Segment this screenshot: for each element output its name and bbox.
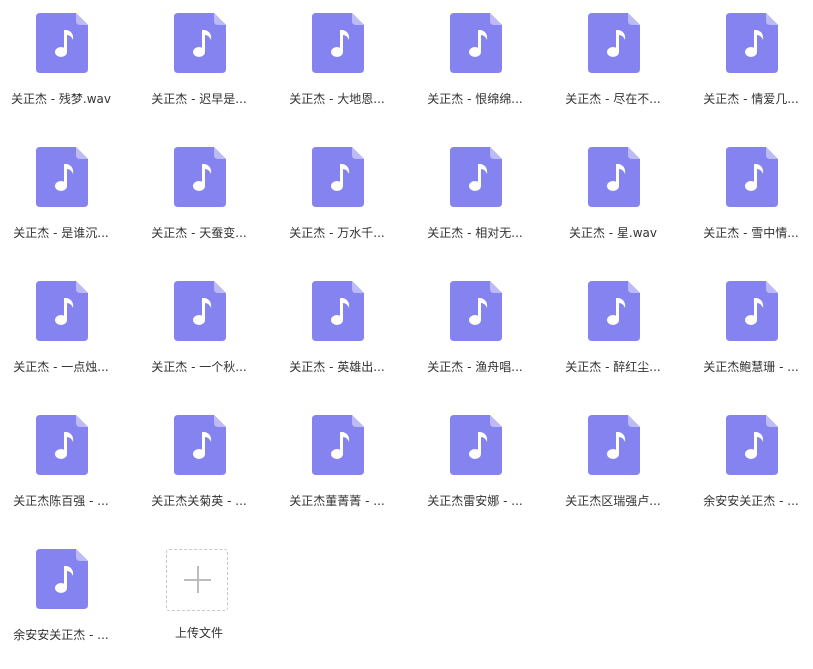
file-tile[interactable]: 关正杰 - 渔舟唱... (415, 281, 535, 401)
music-file-icon (726, 415, 778, 475)
file-name-label: 关正杰 - 渔舟唱... (427, 360, 523, 374)
file-tile[interactable]: 关正杰陈百强 - ... (1, 415, 121, 535)
music-file-icon (450, 415, 502, 475)
upload-button[interactable] (166, 549, 228, 611)
music-file-icon (588, 415, 640, 475)
music-file-icon (312, 147, 364, 207)
file-name-label: 关正杰 - 英雄出... (289, 360, 385, 374)
music-file-icon (588, 281, 640, 341)
music-file-icon (726, 147, 778, 207)
file-name-label: 关正杰 - 尽在不... (565, 92, 661, 106)
music-file-icon (36, 13, 88, 73)
music-file-icon (174, 147, 226, 207)
file-tile[interactable]: 关正杰 - 相对无... (415, 147, 535, 267)
file-tile[interactable]: 关正杰区瑞强卢... (553, 415, 673, 535)
file-tile[interactable]: 关正杰 - 醉红尘... (553, 281, 673, 401)
file-name-label: 关正杰 - 大地恩... (289, 92, 385, 106)
file-tile[interactable]: 关正杰 - 万水千... (277, 147, 397, 267)
music-file-icon (726, 281, 778, 341)
file-tile[interactable]: 关正杰 - 尽在不... (553, 13, 673, 133)
music-file-icon (36, 549, 88, 609)
music-file-icon (450, 13, 502, 73)
music-file-icon (726, 13, 778, 73)
file-tile[interactable]: 关正杰 - 雪中情... (691, 147, 811, 267)
music-file-icon (174, 281, 226, 341)
music-file-icon (174, 13, 226, 73)
file-tile[interactable]: 关正杰 - 天蚕变... (139, 147, 259, 267)
file-name-label: 关正杰 - 雪中情... (703, 226, 799, 240)
file-tile[interactable]: 关正杰 - 恨绵绵... (415, 13, 535, 133)
music-file-icon (36, 415, 88, 475)
file-tile[interactable]: 关正杰 - 是谁沉... (1, 147, 121, 267)
music-file-icon (312, 281, 364, 341)
music-file-icon (450, 147, 502, 207)
file-tile[interactable]: 余安安关正杰 - ... (1, 549, 121, 669)
music-file-icon (588, 13, 640, 73)
file-name-label: 关正杰关菊英 - ... (151, 494, 247, 508)
music-file-icon (588, 147, 640, 207)
file-tile[interactable]: 关正杰关菊英 - ... (139, 415, 259, 535)
file-tile[interactable]: 关正杰董菁菁 - ... (277, 415, 397, 535)
file-name-label: 关正杰 - 天蚕变... (151, 226, 247, 240)
file-name-label: 关正杰 - 星.wav (568, 226, 658, 240)
file-name-label: 余安安关正杰 - ... (703, 494, 799, 508)
music-file-icon (312, 415, 364, 475)
file-name-label: 余安安关正杰 - ... (13, 628, 109, 642)
file-tile[interactable]: 关正杰 - 残梦.wav (1, 13, 121, 133)
file-name-label: 关正杰 - 一个秋... (151, 360, 247, 374)
music-file-icon (174, 415, 226, 475)
file-tile[interactable]: 关正杰鲍慧珊 - ... (691, 281, 811, 401)
file-name-label: 关正杰 - 万水千... (289, 226, 385, 240)
file-name-label: 关正杰 - 恨绵绵... (427, 92, 523, 106)
file-name-label: 关正杰区瑞强卢... (565, 494, 661, 508)
file-name-label: 关正杰 - 是谁沉... (13, 226, 109, 240)
upload-tile[interactable]: 上传文件 (139, 549, 259, 669)
music-file-icon (312, 13, 364, 73)
file-tile[interactable]: 关正杰 - 情爱几... (691, 13, 811, 133)
file-name-label: 关正杰董菁菁 - ... (289, 494, 385, 508)
file-tile[interactable]: 关正杰 - 星.wav (553, 147, 673, 267)
music-file-icon (36, 147, 88, 207)
music-file-icon (36, 281, 88, 341)
upload-label: 上传文件 (174, 626, 223, 640)
file-name-label: 关正杰陈百强 - ... (13, 494, 109, 508)
file-tile[interactable]: 关正杰 - 一点烛... (1, 281, 121, 401)
file-tile[interactable]: 关正杰雷安娜 - ... (415, 415, 535, 535)
file-tile[interactable]: 关正杰 - 迟早是... (139, 13, 259, 133)
file-name-label: 关正杰 - 一点烛... (13, 360, 109, 374)
file-tile[interactable]: 关正杰 - 一个秋... (139, 281, 259, 401)
file-tile[interactable]: 余安安关正杰 - ... (691, 415, 811, 535)
file-name-label: 关正杰雷安娜 - ... (427, 494, 523, 508)
file-tile[interactable]: 关正杰 - 英雄出... (277, 281, 397, 401)
file-name-label: 关正杰 - 醉红尘... (565, 360, 661, 374)
file-tile[interactable]: 关正杰 - 大地恩... (277, 13, 397, 133)
music-file-icon (450, 281, 502, 341)
file-name-label: 关正杰 - 迟早是... (151, 92, 247, 106)
file-name-label: 关正杰鲍慧珊 - ... (703, 360, 799, 374)
file-grid: 关正杰 - 残梦.wav 关正杰 - 迟早是... 关正杰 - 大地恩... 关… (0, 0, 813, 658)
file-name-label: 关正杰 - 残梦.wav (10, 92, 112, 106)
file-name-label: 关正杰 - 情爱几... (703, 92, 799, 106)
file-name-label: 关正杰 - 相对无... (427, 226, 523, 240)
